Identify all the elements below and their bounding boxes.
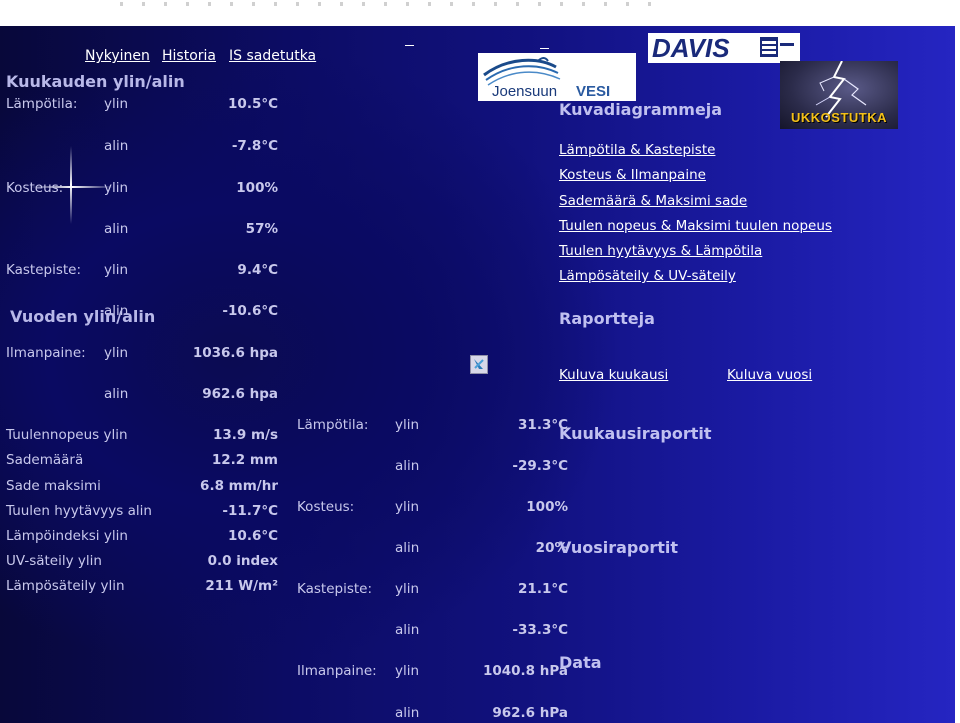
data-heading: Data [559,653,602,672]
extreme-value: 211 W/m² [205,578,278,594]
diagram-link-temp-dewpoint[interactable]: Lämpötila & Kastepiste [559,142,715,158]
month-temp-low-label: alin [104,138,129,154]
diagrams-heading: Kuvadiagrammeja [559,100,723,119]
current-month-link[interactable]: Kuluva kuukausi [559,367,668,383]
year-title: Vuoden ylin/alin [10,307,156,326]
month-hum-low: 57% [245,221,278,237]
extreme-label: Lämpösäteily ylin [6,578,125,594]
extreme-label: Sade maksimi [6,478,101,494]
month-pressure-label: Ilmanpaine: [6,345,86,361]
year-dew-high-label: ylin [395,581,420,597]
year-press-high: 1040.8 hPa [482,663,568,679]
month-dew-low: -10.6°C [222,303,278,319]
extreme-value: 0.0 index [207,553,278,569]
month-temp-high-label: ylin [104,96,129,112]
month-dew-high: 9.4°C [237,262,278,278]
year-dew-low-label: alin [395,622,420,638]
year-dewpoint-label: Kastepiste: [297,581,373,597]
diagram-link-rain[interactable]: Sademäärä & Maksimi sade [559,193,747,209]
month-temp-low: -7.8°C [231,138,278,154]
monthly-reports-heading: Kuukausiraportit [559,424,712,443]
extreme-value: -11.7°C [222,503,278,519]
extreme-value: 6.8 mm/hr [200,478,278,494]
nav-radar-link[interactable]: IS sadetutka [229,48,316,64]
year-pressure-label: Ilmanpaine: [297,663,377,679]
separator-mark [405,45,414,46]
svg-text:DAVIS: DAVIS [652,33,730,63]
separator-mark [540,48,549,49]
month-press-low-label: alin [104,386,129,402]
nav-history-link[interactable]: Historia [162,48,216,64]
year-press-low-label: alin [395,705,420,721]
year-humidity-label: Kosteus: [297,499,355,515]
joensuu-vesi-logo[interactable]: Joensuun VESI [478,53,636,101]
extreme-label: Tuulen hyytävyys alin [6,503,152,519]
extreme-value: 12.2 mm [211,452,278,468]
extreme-label: Tuulennopeus ylin [6,427,128,443]
extreme-label: UV-säteily ylin [6,553,102,569]
month-humidity-label: Kosteus: [6,180,64,196]
diagram-link-windchill[interactable]: Tuulen hyytävyys & Lämpötila [559,243,762,259]
year-press-low: 962.6 hPa [492,705,568,721]
diagram-link-radiation[interactable]: Lämpösäteily & UV-säteily [559,268,736,284]
extreme-label: Lämpöindeksi ylin [6,528,128,544]
top-strip [0,0,960,26]
month-hum-high-label: ylin [104,180,129,196]
current-year-link[interactable]: Kuluva vuosi [727,367,812,383]
diagram-link-wind[interactable]: Tuulen nopeus & Maksimi tuulen nopeus [559,218,832,234]
ukkostutka-label: UKKOSTUTKA [791,110,887,125]
month-dewpoint-label: Kastepiste: [6,262,82,278]
month-hum-high: 100% [236,180,278,196]
month-press-low: 962.6 hpa [202,386,278,402]
year-hum-low-label: alin [395,540,420,556]
extreme-label: Sademäärä [6,452,84,468]
svg-text:VESI: VESI [576,83,610,100]
extreme-value: 13.9 m/s [212,427,278,443]
extreme-value: 10.6°C [228,528,278,544]
nav-current-link[interactable]: Nykyinen [85,48,150,64]
month-temp-label: Lämpötila: [6,96,78,112]
month-hum-low-label: alin [104,221,129,237]
month-title: Kuukauden ylin/alin [6,72,185,91]
reports-heading: Raportteja [559,309,655,328]
diagram-link-humidity-pressure[interactable]: Kosteus & Ilmanpaine [559,167,706,183]
year-temp-label: Lämpötila: [297,417,369,433]
year-dew-high: 21.1°C [518,581,568,597]
year-hum-low: 20% [535,540,568,556]
year-hum-high: 100% [526,499,568,515]
year-press-high-label: ylin [395,663,420,679]
year-temp-low-label: alin [395,458,420,474]
year-temp-high-label: ylin [395,417,420,433]
month-dew-high-label: ylin [104,262,129,278]
yearly-reports-heading: Vuosiraportit [559,538,679,557]
ukkostutka-logo[interactable]: UKKOSTUTKA [780,61,898,129]
davis-logo[interactable]: DAVIS [648,33,800,63]
month-press-high: 1036.6 hpa [192,345,278,361]
top-decoration [120,2,660,6]
image-placeholder-icon [470,355,488,374]
year-dew-low: -33.3°C [512,622,568,638]
month-temp-high: 10.5°C [228,96,278,112]
svg-text:Joensuun: Joensuun [492,83,557,100]
sparkle-decoration [70,146,72,224]
year-temp-low: -29.3°C [512,458,568,474]
year-hum-high-label: ylin [395,499,420,515]
month-press-high-label: ylin [104,345,129,361]
year-temp-high: 31.3°C [518,417,568,433]
